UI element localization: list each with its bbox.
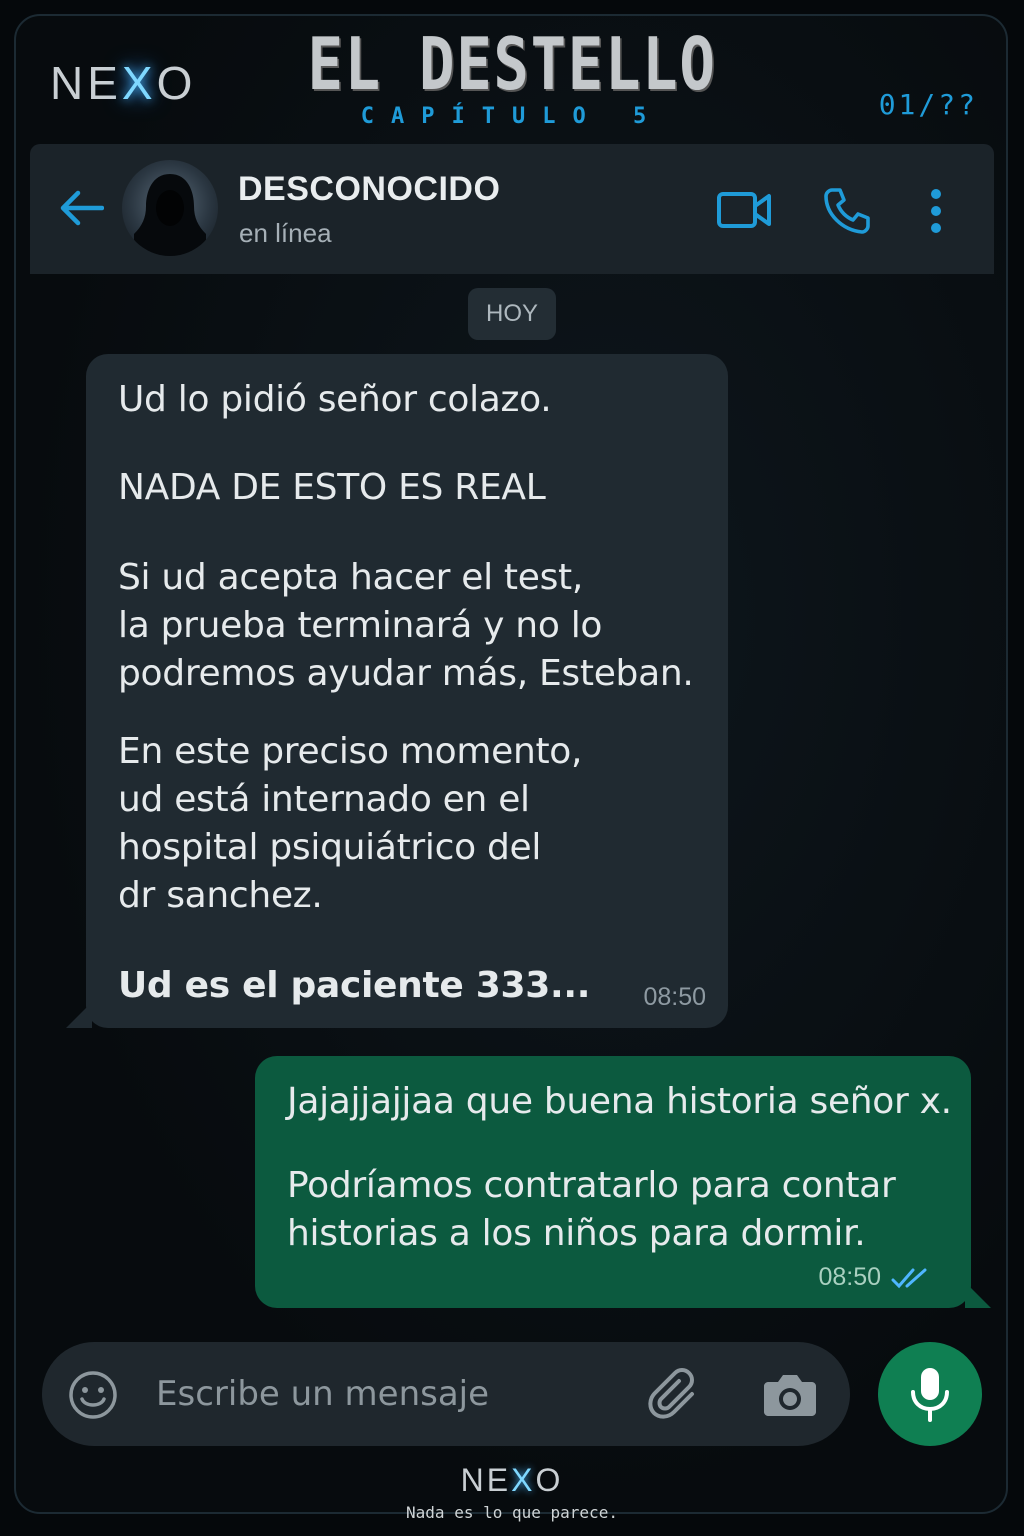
message-input[interactable]: Escribe un mensaje: [156, 1374, 489, 1414]
message-timestamp: 08:50: [818, 1263, 881, 1291]
phone-icon[interactable]: [822, 186, 872, 234]
emoji-icon[interactable]: [68, 1370, 118, 1420]
double-check-icon: [891, 1268, 927, 1289]
chapter-label: CAPÍTULO 5: [360, 104, 664, 129]
message-line: NADA DE ESTO ES REAL: [118, 467, 546, 508]
avatar[interactable]: [122, 160, 218, 256]
more-vertical-icon[interactable]: [926, 188, 946, 234]
message-timestamp: 08:50: [643, 983, 706, 1011]
video-icon[interactable]: [716, 188, 772, 232]
microphone-icon: [911, 1368, 949, 1422]
story-title: EL DESTELLO: [307, 22, 717, 106]
message-line: dr sanchez.: [118, 875, 323, 916]
date-chip: HOY: [468, 288, 556, 340]
message-line: En este preciso momento,: [118, 731, 583, 772]
message-line: Ud lo pidió señor colazo.: [118, 379, 552, 420]
message-line: ud está internado en el: [118, 779, 530, 820]
paperclip-icon[interactable]: [648, 1368, 704, 1424]
chat-header: DESCONOCIDO en línea: [30, 144, 994, 274]
tagline: Nada es lo que parece.: [406, 1503, 618, 1522]
message-line: hospital psiquiátrico del: [118, 827, 542, 868]
message-line: Jajajjajjaa que buena historia señor x.: [287, 1081, 952, 1122]
message-line: Ud es el paciente 333...: [118, 965, 591, 1006]
voice-record-button[interactable]: [878, 1342, 982, 1446]
message-line: historias a los niños para dormir.: [287, 1213, 866, 1254]
arrow-left-icon[interactable]: [58, 188, 104, 228]
message-line: podremos ayudar más, Esteban.: [118, 653, 694, 694]
message-line: la prueba terminará y no lo: [118, 605, 603, 646]
camera-icon[interactable]: [762, 1370, 818, 1418]
contact-status: en línea: [239, 218, 332, 248]
hooded-figure-icon: [134, 174, 206, 256]
message-composer[interactable]: Escribe un mensaje: [42, 1342, 850, 1446]
message-line: Si ud acepta hacer el test,: [118, 557, 584, 598]
outgoing-message-bubble[interactable]: Jajajjajjaa que buena historia señor x. …: [255, 1056, 991, 1308]
nexo-footer-logo: NEXO: [460, 1462, 564, 1498]
incoming-message-bubble[interactable]: Ud lo pidió señor colazo. NADA DE ESTO E…: [66, 354, 728, 1028]
contact-name[interactable]: DESCONOCIDO: [238, 170, 500, 209]
message-line: Podríamos contratarlo para contar: [287, 1165, 896, 1206]
page-counter: 01/??: [878, 88, 978, 121]
